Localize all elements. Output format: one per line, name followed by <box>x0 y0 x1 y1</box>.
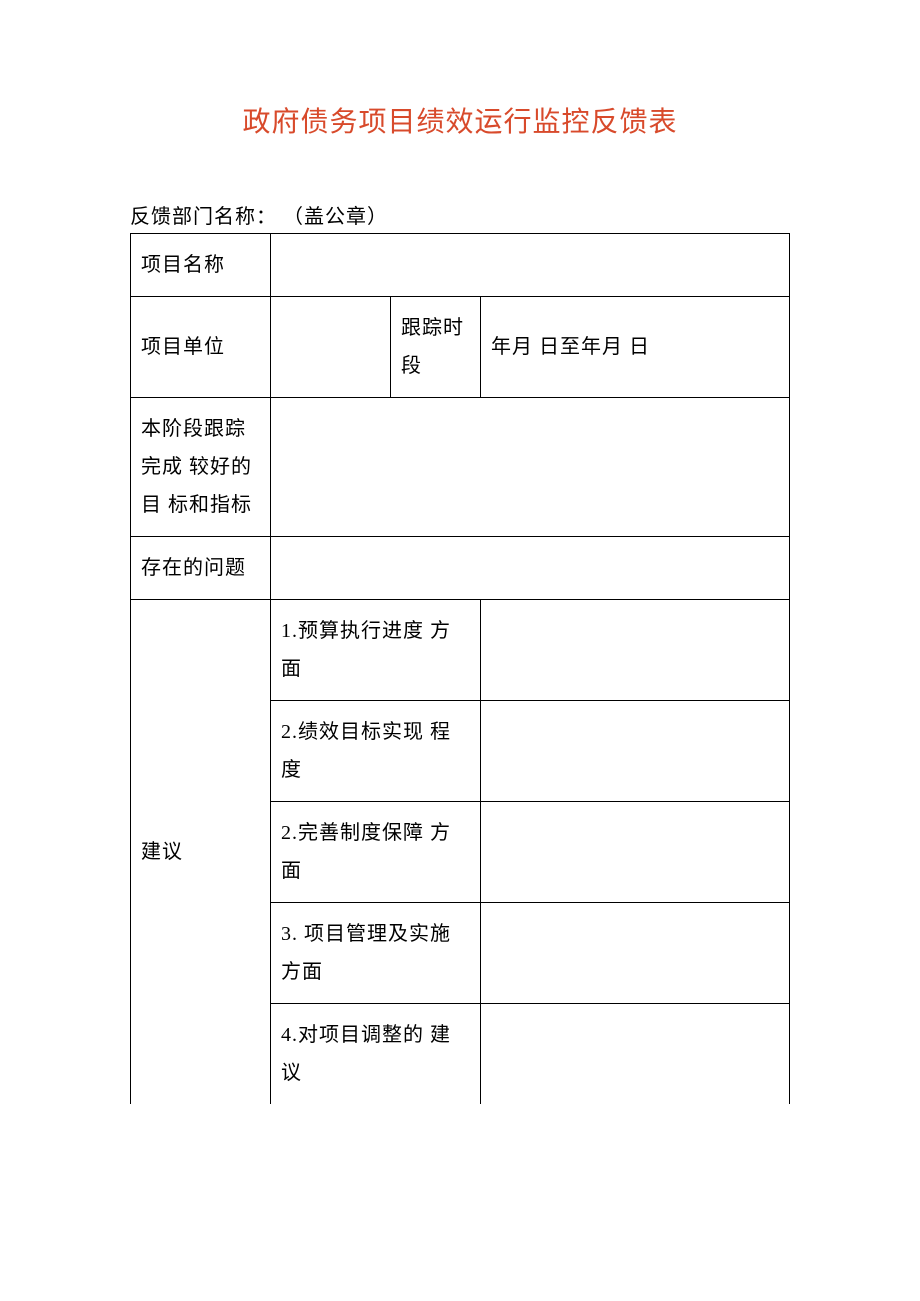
suggestion-1-value <box>481 600 790 701</box>
suggestion-4-label: 3. 项目管理及实施方面 <box>271 903 481 1004</box>
table-row: 存在的问题 <box>131 537 790 600</box>
suggestion-2-label: 2.绩效目标实现 程度 <box>271 701 481 802</box>
track-period-value: 年月 日至年月 日 <box>481 297 790 398</box>
table-row: 本阶段跟踪完成 较好的目 标和指标 <box>131 398 790 537</box>
department-label: 反馈部门名称： （盖公章） <box>130 200 790 229</box>
project-name-label: 项目名称 <box>131 234 271 297</box>
table-row: 建议 1.预算执行进度 方面 <box>131 600 790 701</box>
problems-value <box>271 537 790 600</box>
suggestion-5-value <box>481 1004 790 1105</box>
page-title: 政府债务项目绩效运行监控反馈表 <box>130 100 790 140</box>
feedback-table: 项目名称 项目单位 跟踪时段 年月 日至年月 日 本阶段跟踪完成 较好的目 标和… <box>130 233 790 1104</box>
good-targets-value <box>271 398 790 537</box>
good-targets-label: 本阶段跟踪完成 较好的目 标和指标 <box>131 398 271 537</box>
suggestion-5-label: 4.对项目调整的 建议 <box>271 1004 481 1105</box>
suggestion-3-label: 2.完善制度保障 方面 <box>271 802 481 903</box>
project-name-value <box>271 234 790 297</box>
suggestion-label: 建议 <box>131 600 271 1105</box>
track-period-label: 跟踪时段 <box>391 297 481 398</box>
suggestion-2-value <box>481 701 790 802</box>
problems-label: 存在的问题 <box>131 537 271 600</box>
project-unit-label: 项目单位 <box>131 297 271 398</box>
table-row: 项目名称 <box>131 234 790 297</box>
table-row: 项目单位 跟踪时段 年月 日至年月 日 <box>131 297 790 398</box>
suggestion-4-value <box>481 903 790 1004</box>
suggestion-1-label: 1.预算执行进度 方面 <box>271 600 481 701</box>
suggestion-3-value <box>481 802 790 903</box>
project-unit-value <box>271 297 391 398</box>
